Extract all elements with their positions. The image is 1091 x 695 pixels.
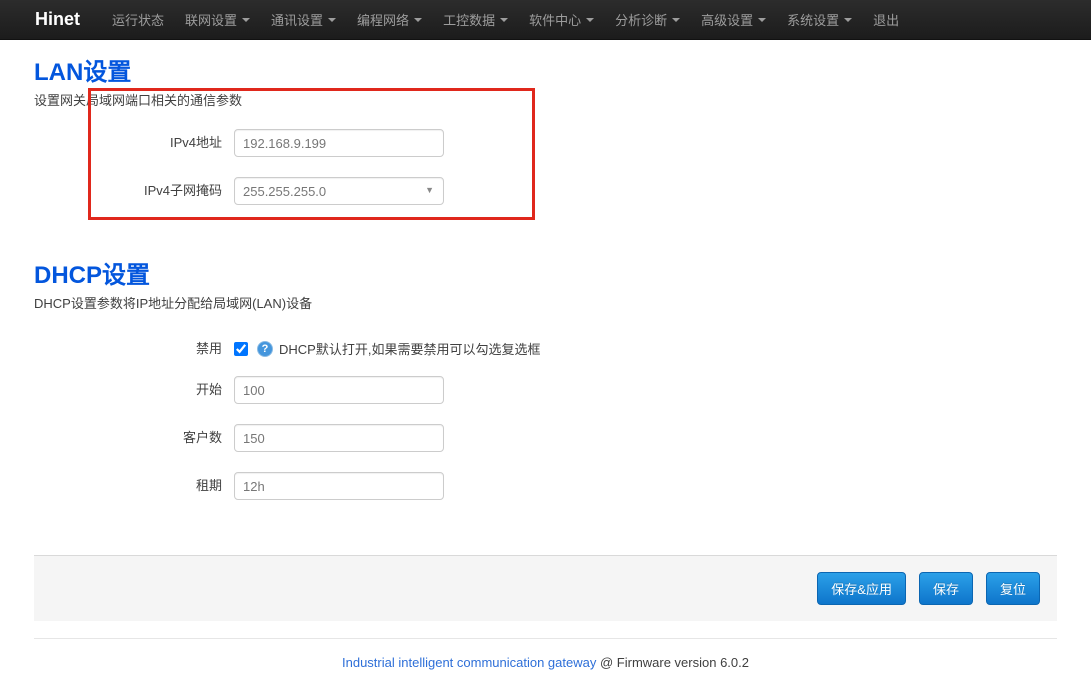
nav-item-label: 软件中心 xyxy=(529,10,581,29)
nav-item-network-settings[interactable]: 联网设置 xyxy=(185,10,250,29)
save-apply-button[interactable]: 保存&应用 xyxy=(817,572,906,605)
nav-item-label: 系统设置 xyxy=(787,10,839,29)
dhcp-settings-section: DHCP设置 DHCP设置参数将IP地址分配给局域网(LAN)设备 禁用 ? D… xyxy=(34,262,1057,500)
ipv4-address-label: IPv4地址 xyxy=(34,129,222,157)
lan-section-title: LAN设置 xyxy=(34,59,1057,86)
dhcp-disable-row: 禁用 ? DHCP默认打开,如果需要禁用可以勾选复选框 xyxy=(34,339,1057,358)
dhcp-start-label: 开始 xyxy=(34,376,222,404)
dhcp-section-title: DHCP设置 xyxy=(34,262,1057,289)
help-icon[interactable]: ? xyxy=(257,341,273,357)
nav-item-analysis-diagnosis[interactable]: 分析诊断 xyxy=(615,10,680,29)
brand-logo[interactable]: Hinet xyxy=(35,9,80,30)
caret-down-icon xyxy=(242,18,250,22)
nav-item-industrial-data[interactable]: 工控数据 xyxy=(443,10,508,29)
main-content: LAN设置 设置网关局域网端口相关的通信参数 IPv4地址 IPv4子网掩码 2… xyxy=(0,59,1091,672)
dhcp-section-subtitle: DHCP设置参数将IP地址分配给局域网(LAN)设备 xyxy=(34,296,1057,312)
dhcp-start-input[interactable] xyxy=(234,376,444,404)
nav-item-label: 运行状态 xyxy=(112,10,164,29)
nav-item-label: 退出 xyxy=(873,10,899,29)
lan-section-subtitle: 设置网关局域网端口相关的通信参数 xyxy=(34,93,1057,109)
nav-item-label: 高级设置 xyxy=(701,10,753,29)
ipv4-address-input[interactable] xyxy=(234,129,444,157)
caret-down-icon xyxy=(500,18,508,22)
nav-item-system-settings[interactable]: 系统设置 xyxy=(787,10,852,29)
nav-item-comm-settings[interactable]: 通讯设置 xyxy=(271,10,336,29)
top-navbar: Hinet 运行状态 联网设置 通讯设置 编程网络 工控数据 软件中心 分析诊断 xyxy=(0,0,1091,40)
nav-item-advanced-settings[interactable]: 高级设置 xyxy=(701,10,766,29)
dhcp-disable-checkbox[interactable] xyxy=(234,342,248,356)
caret-down-icon xyxy=(672,18,680,22)
action-bar: 保存&应用 保存 复位 xyxy=(34,555,1057,621)
ipv4-netmask-row: IPv4子网掩码 255.255.255.0 ▼ xyxy=(34,177,1057,205)
caret-down-icon xyxy=(844,18,852,22)
nav-item-label: 工控数据 xyxy=(443,10,495,29)
caret-down-icon xyxy=(586,18,594,22)
nav-item-running-status[interactable]: 运行状态 xyxy=(112,10,164,29)
nav-item-label: 分析诊断 xyxy=(615,10,667,29)
dhcp-clients-row: 客户数 xyxy=(34,424,1057,452)
ipv4-netmask-label: IPv4子网掩码 xyxy=(34,177,222,205)
lan-settings-section: LAN设置 设置网关局域网端口相关的通信参数 IPv4地址 IPv4子网掩码 2… xyxy=(34,59,1057,205)
dhcp-clients-input[interactable] xyxy=(234,424,444,452)
firmware-version-text: @ Firmware version 6.0.2 xyxy=(596,655,749,670)
dhcp-start-row: 开始 xyxy=(34,376,1057,404)
dhcp-form: 禁用 ? DHCP默认打开,如果需要禁用可以勾选复选框 开始 客户数 租期 xyxy=(34,339,1057,500)
caret-down-icon xyxy=(758,18,766,22)
dhcp-leasetime-label: 租期 xyxy=(34,472,222,500)
reset-button[interactable]: 复位 xyxy=(986,572,1040,605)
caret-down-icon xyxy=(328,18,336,22)
dhcp-disable-label: 禁用 xyxy=(34,341,222,357)
caret-down-icon xyxy=(414,18,422,22)
nav-item-label: 编程网络 xyxy=(357,10,409,29)
lan-form: IPv4地址 IPv4子网掩码 255.255.255.0 ▼ xyxy=(34,129,1057,205)
nav-item-software-center[interactable]: 软件中心 xyxy=(529,10,594,29)
dhcp-disable-hint: DHCP默认打开,如果需要禁用可以勾选复选框 xyxy=(279,339,540,358)
page-footer: Industrial intelligent communication gat… xyxy=(34,638,1057,672)
dhcp-clients-label: 客户数 xyxy=(34,424,222,452)
page: Hinet 运行状态 联网设置 通讯设置 编程网络 工控数据 软件中心 分析诊断 xyxy=(0,0,1091,695)
nav-item-programming-network[interactable]: 编程网络 xyxy=(357,10,422,29)
nav-item-label: 通讯设置 xyxy=(271,10,323,29)
ipv4-netmask-select-wrap: 255.255.255.0 ▼ xyxy=(234,177,444,205)
dhcp-leasetime-input[interactable] xyxy=(234,472,444,500)
gateway-footer-link[interactable]: Industrial intelligent communication gat… xyxy=(342,655,596,670)
ipv4-address-row: IPv4地址 xyxy=(34,129,1057,157)
ipv4-netmask-select[interactable]: 255.255.255.0 xyxy=(234,177,444,205)
nav-item-label: 联网设置 xyxy=(185,10,237,29)
nav-item-logout[interactable]: 退出 xyxy=(873,10,899,29)
save-button[interactable]: 保存 xyxy=(919,572,973,605)
dhcp-leasetime-row: 租期 xyxy=(34,472,1057,500)
